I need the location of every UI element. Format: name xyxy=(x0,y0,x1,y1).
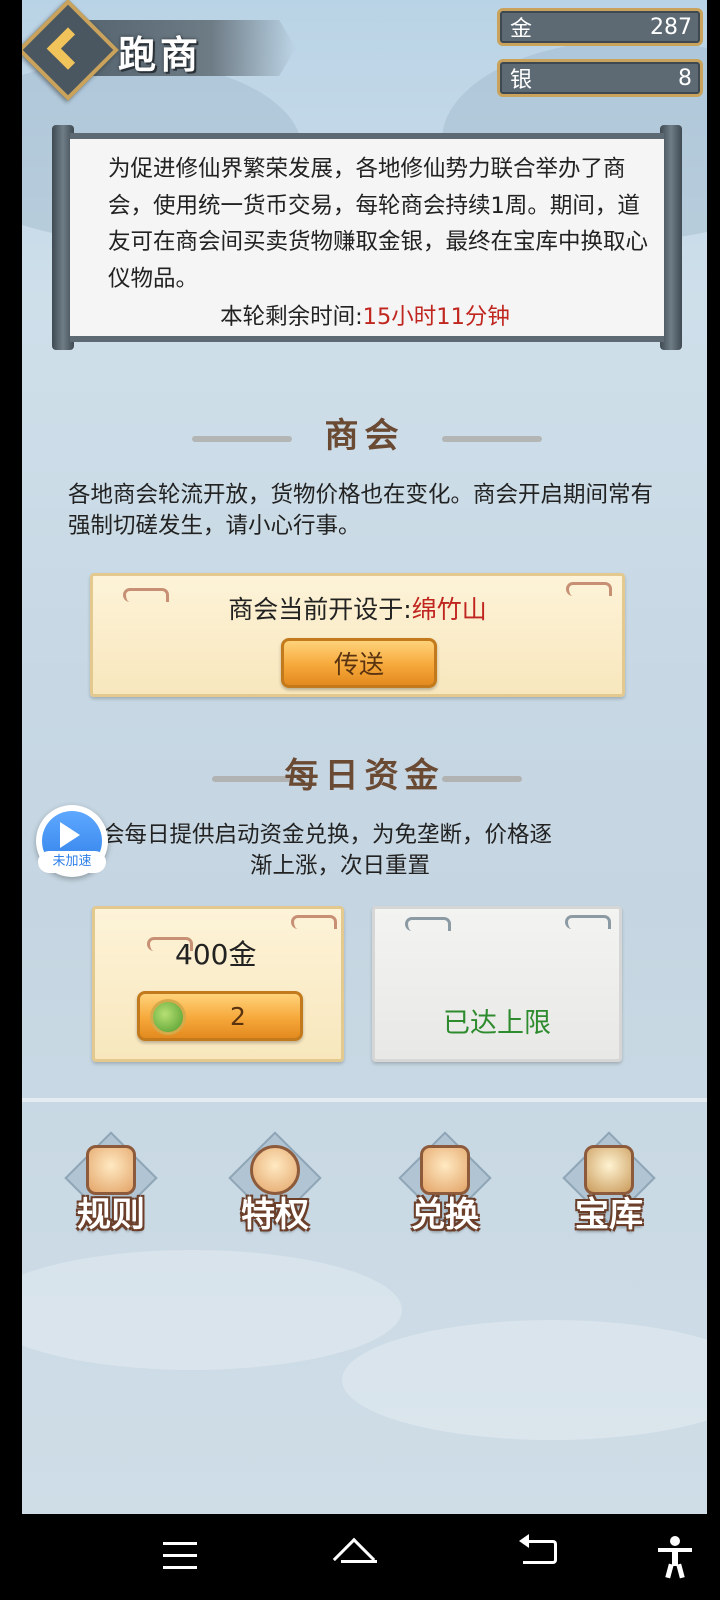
teleport-button[interactable]: 传送 xyxy=(281,638,437,688)
menu-item-rules[interactable]: 规则 xyxy=(56,1131,166,1250)
daily-funds-description-line2: 渐上涨，次日重置 xyxy=(250,853,431,879)
funds-limit-panel: 已达上限 xyxy=(372,906,622,1062)
background-cloud xyxy=(22,1250,402,1370)
speed-tag: 未加速 xyxy=(38,851,106,873)
silver-value: 8 xyxy=(678,65,692,91)
gold-value: 287 xyxy=(650,14,692,40)
silver-counter: 银 8 xyxy=(497,59,703,97)
swirl-decoration xyxy=(405,917,451,931)
system-nav-bar xyxy=(0,1514,720,1600)
background-cloud xyxy=(342,1320,707,1440)
play-icon xyxy=(60,822,80,848)
daily-funds-section-title: 每日资金 xyxy=(284,756,445,796)
back-button[interactable] xyxy=(22,0,119,101)
market-description: 各地商会轮流开放，货物价格也在变化。商会开启期间常有强制切磋发生，请小心行事。 xyxy=(68,482,654,539)
accessibility-icon[interactable] xyxy=(650,1532,700,1582)
speed-float-button[interactable]: 未加速 xyxy=(36,805,108,877)
back-nav-icon[interactable] xyxy=(515,1532,565,1582)
swirl-decoration xyxy=(565,915,611,929)
silver-label: 银 xyxy=(510,68,533,93)
gold-label: 金 xyxy=(510,17,533,42)
intro-scroll: 为促进修仙界繁荣发展，各地修仙势力联合举办了商会，使用统一货币交易，每轮商会持续… xyxy=(52,125,682,350)
top-bar: 跑商 金 287 银 8 xyxy=(22,0,707,101)
page-title: 跑商 xyxy=(118,32,203,77)
divider xyxy=(22,1098,707,1102)
round-timer: 本轮剩余时间:15小时11分钟 xyxy=(80,299,650,336)
menu-item-treasury[interactable]: 宝库 xyxy=(554,1131,664,1250)
menu-label-exchange: 兑换 xyxy=(411,1195,479,1235)
intro-text: 为促进修仙界繁荣发展，各地修仙势力联合举办了商会，使用统一货币交易，每轮商会持续… xyxy=(108,156,649,292)
menu-label-privilege: 特权 xyxy=(241,1195,309,1235)
daily-funds-description-line1: 会每日提供启动资金兑换，为免垄断，价格逐 xyxy=(102,822,553,848)
location-value: 绵竹山 xyxy=(411,595,487,624)
funds-offer-panel: 400金 2 xyxy=(92,906,344,1062)
offer-amount: 400金 xyxy=(175,938,257,971)
location-label: 商会当前开设于: xyxy=(228,595,412,624)
intro-paper: 为促进修仙界繁荣发展，各地修仙势力联合举办了商会，使用统一货币交易，每轮商会持续… xyxy=(70,133,664,342)
limit-reached-text: 已达上限 xyxy=(443,1008,551,1039)
timer-label: 本轮剩余时间: xyxy=(220,304,363,330)
menu-item-privilege[interactable]: 特权 xyxy=(220,1131,330,1250)
menu-icon[interactable] xyxy=(155,1532,205,1582)
menu-item-exchange[interactable]: 兑换 xyxy=(390,1131,500,1250)
home-icon[interactable] xyxy=(332,1532,385,1582)
jade-currency-icon xyxy=(150,999,186,1035)
game-screen: 跑商 金 287 银 8 为促进修仙界繁荣发展，各地修仙势力联合举办了商会，使用… xyxy=(22,0,707,1514)
exchange-funds-button[interactable]: 2 xyxy=(137,991,303,1041)
menu-label-treasury: 宝库 xyxy=(575,1195,643,1235)
market-location: 商会当前开设于:绵竹山 xyxy=(93,590,622,626)
market-section-title: 商会 xyxy=(324,416,405,456)
timer-value: 15小时11分钟 xyxy=(362,304,510,330)
swirl-decoration xyxy=(291,915,337,929)
chevron-left-icon xyxy=(46,27,90,70)
gold-counter: 金 287 xyxy=(497,8,703,46)
market-location-panel: 商会当前开设于:绵竹山 传送 xyxy=(90,573,625,697)
menu-label-rules: 规则 xyxy=(77,1195,145,1235)
offer-cost: 2 xyxy=(230,1001,246,1031)
